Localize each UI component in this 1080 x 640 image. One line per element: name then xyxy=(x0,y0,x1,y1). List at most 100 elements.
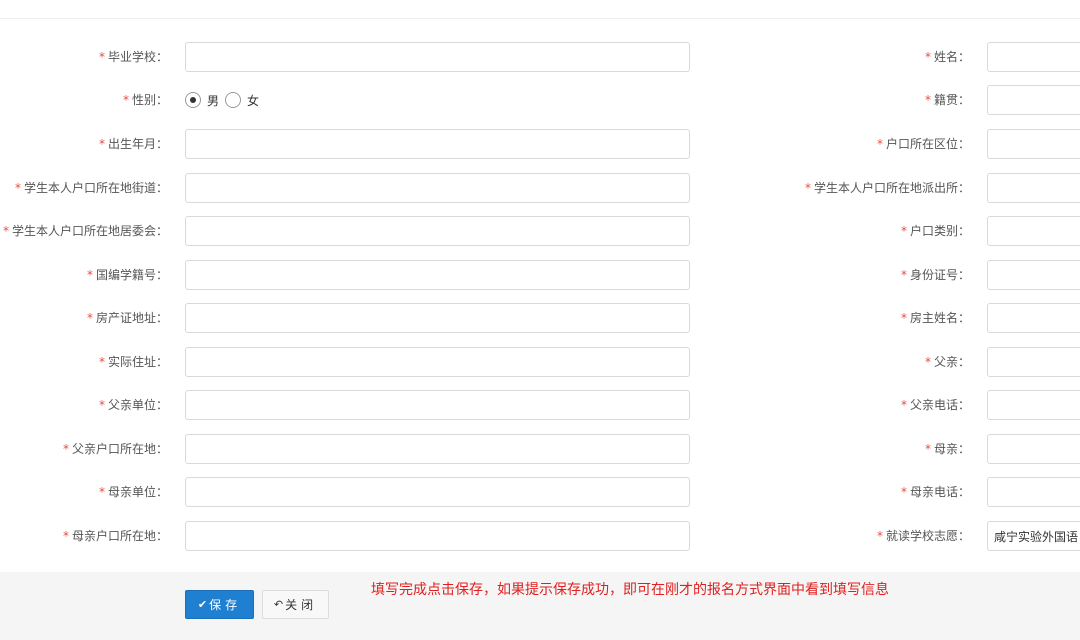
label-text: 父亲单位： xyxy=(107,398,168,412)
required-mark: * xyxy=(924,50,931,64)
label-text: 籍贯： xyxy=(933,93,970,107)
required-mark: * xyxy=(2,224,9,238)
label-text: 母亲电话： xyxy=(909,485,970,499)
label-mother-employer: * 母亲单位： xyxy=(99,477,168,507)
label-name: * 姓名： xyxy=(925,42,970,72)
father-hukou-input[interactable] xyxy=(185,434,690,464)
label-student-id: * 国编学籍号： xyxy=(87,260,168,290)
label-father-employer: * 父亲单位： xyxy=(99,390,168,420)
required-mark: * xyxy=(62,529,69,543)
property-address-input[interactable] xyxy=(185,303,690,333)
birth-date-input[interactable] xyxy=(185,129,690,159)
required-mark: * xyxy=(900,224,907,238)
name-input[interactable] xyxy=(987,42,1080,72)
save-notice: 填写完成点击保存，如果提示保存成功，即可在刚才的报名方式界面中看到填写信息 xyxy=(371,582,889,598)
graduation-school-input[interactable] xyxy=(185,42,690,72)
undo-arrow-icon: ↶ xyxy=(273,598,284,611)
gender-radio-group: 男 女 xyxy=(185,85,265,115)
required-mark: * xyxy=(900,268,907,282)
required-mark: * xyxy=(98,355,105,369)
label-text: 母亲： xyxy=(933,442,970,456)
required-mark: * xyxy=(924,355,931,369)
label-text: 就读学校志愿： xyxy=(885,529,970,543)
required-mark: * xyxy=(876,137,883,151)
id-number-input[interactable] xyxy=(987,260,1080,290)
save-button[interactable]: ✔ 保存 xyxy=(185,590,254,619)
native-place-input[interactable] xyxy=(987,85,1080,115)
school-preference-select[interactable] xyxy=(987,521,1080,551)
label-text: 实际住址： xyxy=(107,355,168,369)
hukou-street-input[interactable] xyxy=(185,173,690,203)
required-mark: * xyxy=(86,268,93,282)
required-mark: * xyxy=(804,181,811,195)
father-employer-input[interactable] xyxy=(185,390,690,420)
gender-option-male[interactable]: 男 xyxy=(185,92,219,109)
mother-hukou-input[interactable] xyxy=(185,521,690,551)
label-graduation-school: * 毕业学校： xyxy=(99,42,168,72)
father-phone-input[interactable] xyxy=(987,390,1080,420)
label-property-address: * 房产证地址： xyxy=(87,303,168,333)
required-mark: * xyxy=(924,442,931,456)
label-id-number: * 身份证号： xyxy=(901,260,970,290)
label-school-preference: * 就读学校志愿： xyxy=(877,521,970,551)
label-text: 身份证号： xyxy=(909,268,970,282)
save-button-label: 保存 xyxy=(209,598,242,612)
label-mother: * 母亲： xyxy=(925,434,970,464)
mother-employer-input[interactable] xyxy=(185,477,690,507)
label-hukou-street: * 学生本人户口所在地街道： xyxy=(15,173,168,203)
gender-option-label: 女 xyxy=(247,93,260,108)
mother-input[interactable] xyxy=(987,434,1080,464)
label-text: 房产证地址： xyxy=(95,311,168,325)
label-father-phone: * 父亲电话： xyxy=(901,390,970,420)
form-footer: ✔ 保存 ↶ 关闭 填写完成点击保存，如果提示保存成功，即可在刚才的报名方式界面… xyxy=(0,572,1080,640)
label-text: 户口所在区位： xyxy=(885,137,970,151)
required-mark: * xyxy=(876,529,883,543)
label-gender: * 性别： xyxy=(123,85,168,115)
label-text: 学生本人户口所在地街道： xyxy=(23,181,168,195)
required-mark: * xyxy=(86,311,93,325)
hukou-police-station-input[interactable] xyxy=(987,173,1080,203)
label-mother-phone: * 母亲电话： xyxy=(901,477,970,507)
hukou-committee-input[interactable] xyxy=(185,216,690,246)
registration-form: * 毕业学校： * 性别： 男 女 * 出生年月： * 学生本人户口所在地街道： * 学生… xyxy=(0,0,1080,572)
label-text: 性别： xyxy=(131,93,168,107)
label-text: 母亲单位： xyxy=(107,485,168,499)
label-text: 父亲： xyxy=(933,355,970,369)
father-input[interactable] xyxy=(987,347,1080,377)
label-text: 姓名： xyxy=(933,50,970,64)
required-mark: * xyxy=(900,485,907,499)
label-father-hukou: * 父亲户口所在地： xyxy=(63,434,168,464)
owner-name-input[interactable] xyxy=(987,303,1080,333)
student-id-input[interactable] xyxy=(185,260,690,290)
label-text: 父亲电话： xyxy=(909,398,970,412)
gender-option-female[interactable]: 女 xyxy=(225,92,259,109)
required-mark: * xyxy=(900,398,907,412)
hukou-type-input[interactable] xyxy=(987,216,1080,246)
required-mark: * xyxy=(122,93,129,107)
label-text: 房主姓名： xyxy=(909,311,970,325)
label-text: 学生本人户口所在地派出所： xyxy=(813,181,970,195)
radio-unchecked-icon[interactable] xyxy=(225,92,242,108)
label-text: 学生本人户口所在地居委会： xyxy=(11,224,168,238)
label-text: 父亲户口所在地： xyxy=(71,442,168,456)
required-mark: * xyxy=(924,93,931,107)
label-hukou-committee: * 学生本人户口所在地居委会： xyxy=(3,216,168,246)
label-father: * 父亲： xyxy=(925,347,970,377)
mother-phone-input[interactable] xyxy=(987,477,1080,507)
required-mark: * xyxy=(98,137,105,151)
radio-checked-icon[interactable] xyxy=(185,92,201,108)
label-text: 户口类别： xyxy=(909,224,970,238)
label-actual-address: * 实际住址： xyxy=(99,347,168,377)
label-native-place: * 籍贯： xyxy=(925,85,970,115)
label-mother-hukou: * 母亲户口所在地： xyxy=(63,521,168,551)
close-button-label: 关闭 xyxy=(285,598,318,612)
required-mark: * xyxy=(62,442,69,456)
actual-address-input[interactable] xyxy=(185,347,690,377)
close-button[interactable]: ↶ 关闭 xyxy=(262,590,329,619)
required-mark: * xyxy=(98,485,105,499)
label-hukou-police-station: * 学生本人户口所在地派出所： xyxy=(805,173,970,203)
hukou-district-input[interactable] xyxy=(987,129,1080,159)
label-hukou-type: * 户口类别： xyxy=(901,216,970,246)
label-text: 毕业学校： xyxy=(107,50,168,64)
label-text: 国编学籍号： xyxy=(95,268,168,282)
